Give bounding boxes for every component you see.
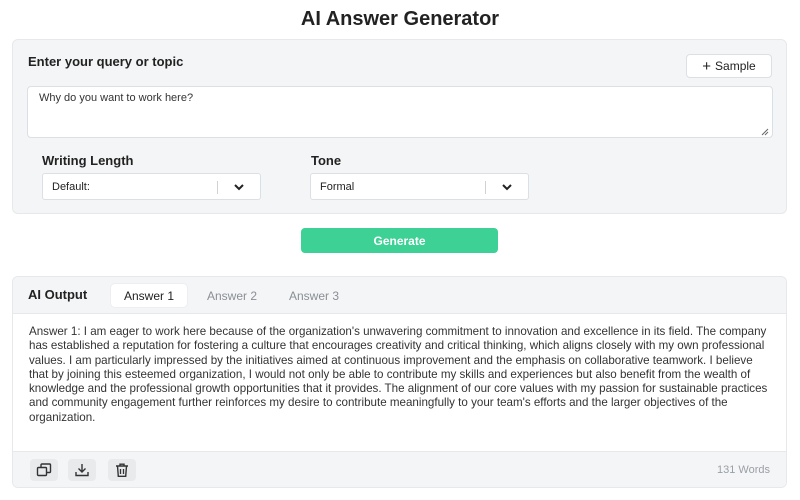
output-label: AI Output xyxy=(28,287,88,302)
chevron-down-icon xyxy=(234,184,244,191)
tab-answer-2[interactable]: Answer 2 xyxy=(195,284,269,307)
tone-select[interactable]: Formal xyxy=(310,173,529,200)
tab-answer-3[interactable]: Answer 3 xyxy=(277,284,351,307)
copy-icon xyxy=(36,463,52,477)
output-header: AI Output Answer 1 Answer 2 Answer 3 xyxy=(13,277,786,314)
word-count: 131 Words xyxy=(717,464,770,476)
select-divider xyxy=(485,181,486,194)
query-panel: Enter your query or topic + Sample Why d… xyxy=(12,39,787,214)
page-title: AI Answer Generator xyxy=(300,8,500,30)
sample-button-label: Sample xyxy=(715,59,756,73)
writing-length-value: Default: xyxy=(52,180,90,193)
chevron-down-icon xyxy=(502,184,512,191)
generate-button[interactable]: Generate xyxy=(301,228,498,253)
download-button[interactable] xyxy=(68,459,96,481)
writing-length-label: Writing Length xyxy=(42,153,134,168)
tone-label: Tone xyxy=(311,153,342,168)
select-divider xyxy=(217,181,218,194)
plus-icon: + xyxy=(702,57,712,75)
trash-icon xyxy=(116,463,128,477)
tab-answer-1[interactable]: Answer 1 xyxy=(111,284,187,307)
writing-length-select[interactable]: Default: xyxy=(42,173,261,200)
download-icon xyxy=(75,464,89,477)
output-footer: 131 Words xyxy=(13,451,786,487)
delete-button[interactable] xyxy=(108,459,136,481)
answer-text: Answer 1: I am eager to work here becaus… xyxy=(29,325,768,424)
sample-button[interactable]: + Sample xyxy=(686,54,772,78)
tone-value: Formal xyxy=(320,180,355,193)
query-label: Enter your query or topic xyxy=(28,54,184,69)
resize-handle-icon[interactable] xyxy=(761,128,769,136)
output-panel: AI Output Answer 1 Answer 2 Answer 3 Ans… xyxy=(12,276,787,488)
copy-button[interactable] xyxy=(30,459,58,481)
query-input[interactable]: Why do you want to work here? xyxy=(27,86,773,138)
